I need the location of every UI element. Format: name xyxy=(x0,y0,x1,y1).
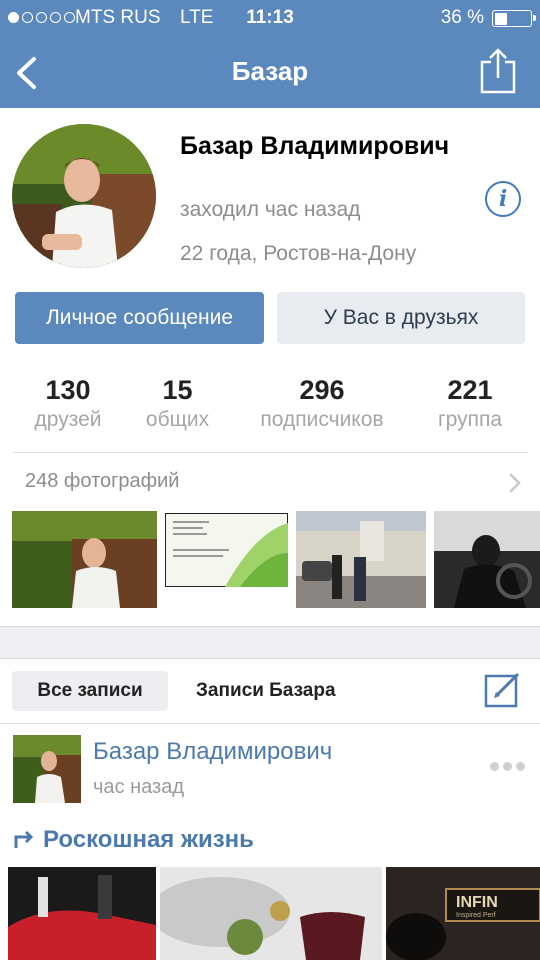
stat-label: группа xyxy=(437,408,503,431)
more-options-icon[interactable] xyxy=(490,762,528,774)
chevron-right-icon xyxy=(509,473,521,493)
share-icon xyxy=(480,48,516,94)
photo-thumbnail[interactable] xyxy=(296,511,426,608)
post-image[interactable] xyxy=(160,867,382,960)
profile-name: Базар Владимирович xyxy=(180,132,450,160)
section-separator xyxy=(0,626,540,659)
svg-text:Inspired Perf: Inspired Perf xyxy=(456,912,496,919)
photos-count-label: 248 фотографий xyxy=(25,470,180,492)
stat-count: 221 xyxy=(447,375,493,405)
stat-count: 15 xyxy=(162,375,193,405)
status-bar: MTS RUS LTE 11:13 36 % xyxy=(0,0,540,36)
battery-percent: 36 % xyxy=(440,7,484,28)
photo-thumbnail[interactable] xyxy=(165,513,288,587)
photo-thumbnail[interactable] xyxy=(434,511,540,608)
tab-all-posts[interactable]: Все записи xyxy=(12,671,168,711)
post-author-avatar[interactable] xyxy=(13,735,81,803)
photos-link[interactable]: 248 фотографий xyxy=(0,454,540,512)
repost-icon xyxy=(14,830,34,848)
new-post-button[interactable] xyxy=(484,670,522,708)
stat-groups[interactable]: 221 группа xyxy=(420,374,520,434)
photo-thumbnail[interactable] xyxy=(12,511,157,608)
info-icon: i xyxy=(498,186,508,212)
age-and-city: 22 года, Ростов-на-Дону xyxy=(180,242,417,265)
profile-avatar[interactable] xyxy=(12,124,156,268)
stat-common-friends[interactable]: 15 общих xyxy=(130,374,225,434)
stat-label: общих xyxy=(145,408,210,431)
stat-count: 130 xyxy=(45,375,91,405)
post-image[interactable]: INFIN Inspired Perf xyxy=(386,867,540,960)
stat-count: 296 xyxy=(299,375,345,405)
compose-icon xyxy=(484,672,520,708)
post-author-name[interactable]: Базар Владимирович xyxy=(93,738,332,766)
friends-status-button[interactable]: У Вас в друзьях xyxy=(277,292,525,344)
repost-source-name: Роскошная жизнь xyxy=(43,826,254,853)
page-title: Базар xyxy=(231,56,309,86)
share-button[interactable] xyxy=(480,48,516,94)
stat-label: подписчиков xyxy=(260,408,384,431)
stat-label: друзей xyxy=(34,408,102,431)
tab-own-posts[interactable]: Записи Базара xyxy=(196,671,336,711)
post-timestamp: час назад xyxy=(93,776,185,798)
divider xyxy=(12,452,528,453)
send-message-button[interactable]: Личное сообщение xyxy=(15,292,264,344)
navigation-header: MTS RUS LTE 11:13 36 % Базар xyxy=(0,0,540,108)
divider xyxy=(0,723,540,724)
stat-friends[interactable]: 130 друзей xyxy=(18,374,118,434)
battery-icon xyxy=(492,10,536,27)
svg-text:INFIN: INFIN xyxy=(456,894,498,911)
info-button[interactable]: i xyxy=(485,181,521,217)
repost-source[interactable]: Роскошная жизнь xyxy=(13,826,254,854)
post-image[interactable] xyxy=(8,867,156,960)
stat-followers[interactable]: 296 подписчиков xyxy=(242,374,402,434)
last-seen-status: заходил час назад xyxy=(180,198,361,221)
